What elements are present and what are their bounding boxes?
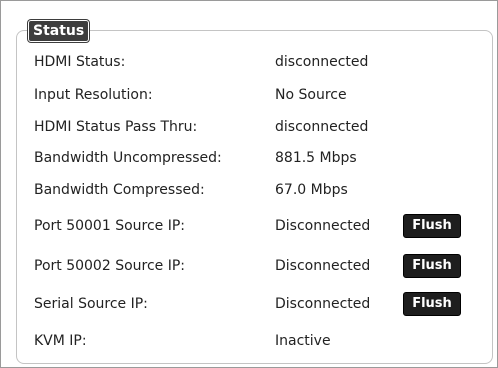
hdmi-status-label: HDMI Status: — [34, 54, 126, 70]
input-resolution-label: Input Resolution: — [34, 87, 153, 103]
bandwidth-uncompressed-row: Bandwidth Uncompressed: 881.5 Mbps — [34, 147, 474, 169]
port-50002-value: Disconnected — [275, 258, 371, 274]
port-50001-value: Disconnected — [275, 218, 371, 234]
status-title: Status — [28, 20, 90, 42]
port-50001-label: Port 50001 Source IP: — [34, 218, 186, 234]
port-50001-row: Port 50001 Source IP: Disconnected Flush — [34, 214, 474, 238]
port-50001-flush-button[interactable]: Flush — [403, 214, 461, 238]
serial-source-flush-button[interactable]: Flush — [403, 292, 461, 316]
bandwidth-compressed-label: Bandwidth Compressed: — [34, 182, 205, 198]
port-50002-row: Port 50002 Source IP: Disconnected Flush — [34, 254, 474, 278]
bandwidth-compressed-value: 67.0 Mbps — [275, 182, 348, 198]
bandwidth-uncompressed-value: 881.5 Mbps — [275, 150, 357, 166]
port-50002-flush-button[interactable]: Flush — [403, 254, 461, 278]
input-resolution-value: No Source — [275, 87, 347, 103]
kvm-ip-value: Inactive — [275, 333, 331, 349]
serial-source-value: Disconnected — [275, 296, 371, 312]
input-resolution-row: Input Resolution: No Source — [34, 84, 474, 106]
serial-source-label: Serial Source IP: — [34, 296, 148, 312]
hdmi-pass-thru-value: disconnected — [275, 119, 369, 135]
bandwidth-uncompressed-label: Bandwidth Uncompressed: — [34, 150, 222, 166]
kvm-ip-row: KVM IP: Inactive — [34, 330, 474, 352]
hdmi-status-row: HDMI Status: disconnected — [34, 51, 474, 73]
kvm-ip-label: KVM IP: — [34, 333, 87, 349]
hdmi-pass-thru-label: HDMI Status Pass Thru: — [34, 119, 198, 135]
hdmi-status-value: disconnected — [275, 54, 369, 70]
port-50002-label: Port 50002 Source IP: — [34, 258, 186, 274]
hdmi-pass-thru-row: HDMI Status Pass Thru: disconnected — [34, 116, 474, 138]
bandwidth-compressed-row: Bandwidth Compressed: 67.0 Mbps — [34, 179, 474, 201]
serial-source-row: Serial Source IP: Disconnected Flush — [34, 292, 474, 316]
